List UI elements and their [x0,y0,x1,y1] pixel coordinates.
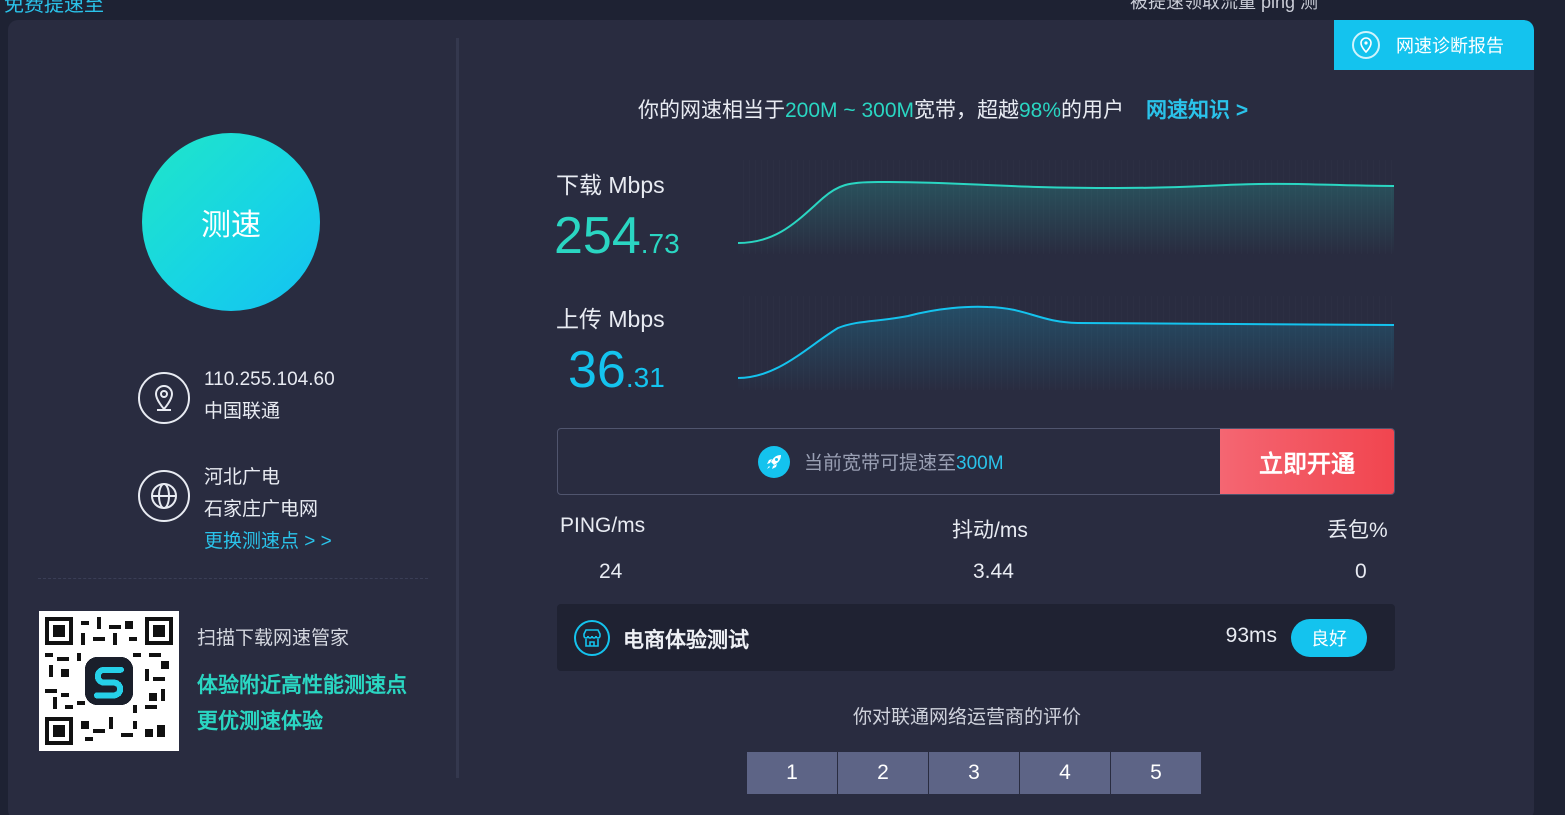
rating-option-5[interactable]: 5 [1111,752,1201,794]
jitter-label: 抖动/ms [952,519,1028,542]
download-value: 254.73 [554,206,680,266]
jitter-value: 3.44 [973,560,1014,583]
download-chart [738,160,1394,254]
location-bulb-icon [1352,31,1380,59]
rating-option-2[interactable]: 2 [838,752,928,794]
ecommerce-latency: 93ms [1225,624,1277,647]
ecommerce-status-badge: 良好 [1291,619,1367,657]
upgrade-promo-text: 当前宽带可提速至300M [758,429,1004,494]
qr-caption: 扫描下载网速管家 [197,628,350,649]
download-label: 下载 Mbps [556,172,665,198]
ip-info: 110.255.104.60 中国联通 [138,369,335,428]
server-province: 河北广电 [204,467,281,488]
location-pin-icon [138,372,190,424]
summary-range: 200M ~ 300M [785,99,914,122]
horizontal-divider [38,578,428,579]
speed-summary: 你的网速相当于200M ~ 300M宽带，超越98%的用户 网速知识 > [638,94,1248,124]
ecommerce-test-title: 电商体验测试 [623,629,749,652]
summary-prefix: 你的网速相当于 [638,99,785,122]
upload-label: 上传 Mbps [556,306,665,332]
rating-options: 1 2 3 4 5 [747,752,1202,794]
download-dec: .73 [640,228,680,259]
upload-value: 36.31 [568,340,665,400]
qr-promo-text: 扫描下载网速管家 体验附近高性能测速点 更优测速体验 [197,623,407,740]
ip-address: 110.255.104.60 [204,369,335,390]
speedtest-label: 测速 [201,209,261,242]
diagnosis-report-button[interactable]: 网速诊断报告 [1334,20,1534,70]
promo-text: 当前宽带可提速至 [804,453,957,474]
rating-option-4[interactable]: 4 [1020,752,1110,794]
start-speedtest-button[interactable]: 测速 [142,133,320,311]
change-server-link[interactable]: 更换测速点 > > [204,526,332,558]
upload-dec: .31 [625,362,665,393]
qr-line-1: 体验附近高性能测速点 [197,674,407,697]
qr-line-2: 更优测速体验 [197,710,323,733]
isp-name: 中国联通 [204,401,281,422]
summary-suffix: 的用户 [1061,99,1125,122]
summary-percent: 98% [1019,99,1062,122]
speedtest-card: 网速诊断报告 测速 110.255.104.60 中国联通 河北广电 石家庄广电… [8,20,1534,815]
globe-icon [138,470,190,522]
promo-highlight: 300M [956,453,1004,474]
ping-value: 24 [599,560,623,583]
rating-option-1[interactable]: 1 [747,752,837,794]
store-icon [574,620,610,656]
vertical-divider [456,38,459,778]
download-int: 254 [554,207,641,265]
top-cut-text-right[interactable]: 被提速领取流量 ping 测 [1130,0,1318,14]
rating-question: 你对联通网络运营商的评价 [853,707,1082,728]
speed-knowledge-link[interactable]: 网速知识 > [1146,99,1248,122]
upload-chart [738,296,1394,390]
ecommerce-test-row[interactable]: 电商体验测试 93ms 良好 [557,604,1395,671]
server-node: 石家庄广电网 [204,499,319,520]
diagnosis-report-label: 网速诊断报告 [1396,36,1504,56]
upload-int: 36 [568,341,626,399]
ping-label: PING/ms [560,514,646,537]
top-strip: 免费提速至 被提速领取流量 ping 测 [0,0,1565,20]
top-cut-text-left[interactable]: 免费提速至 [4,0,104,17]
activate-now-button[interactable]: 立即开通 [1220,429,1394,494]
summary-mid: 宽带，超越 [914,99,1019,122]
qr-code [39,611,179,751]
server-info: 河北广电 石家庄广电网 更换测速点 > > [138,467,332,558]
upgrade-promo-bar: 当前宽带可提速至300M 立即开通 [557,428,1395,495]
loss-value: 0 [1355,560,1367,583]
rating-option-3[interactable]: 3 [929,752,1019,794]
loss-label: 丢包% [1327,519,1388,542]
rocket-icon [758,445,790,478]
